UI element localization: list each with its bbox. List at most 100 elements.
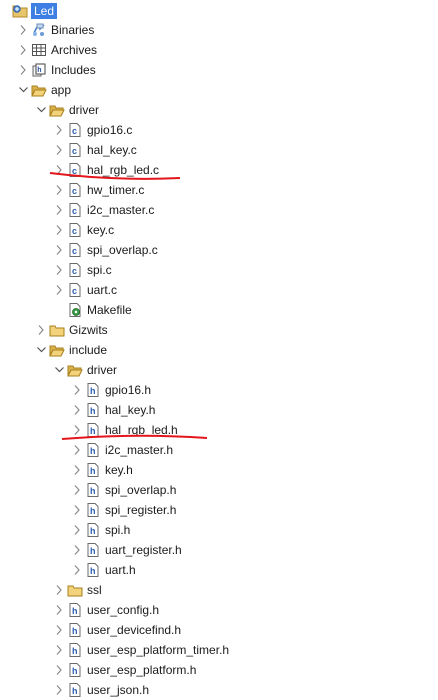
- tree-item-label: Gizwits: [69, 323, 108, 337]
- tree-item-label: hw_timer.c: [87, 183, 145, 197]
- collapse-chevron-right-icon[interactable]: [72, 384, 82, 396]
- collapse-chevron-right-icon[interactable]: [54, 124, 64, 136]
- collapse-chevron-right-icon[interactable]: [72, 524, 82, 536]
- tree-item-h-file[interactable]: h user_esp_platform_timer.h: [0, 640, 438, 660]
- project-icon: [12, 2, 28, 18]
- collapse-chevron-right-icon[interactable]: [54, 624, 64, 636]
- tree-item-h-file[interactable]: h user_devicefind.h: [0, 620, 438, 640]
- collapse-chevron-right-icon[interactable]: [54, 244, 64, 256]
- tree-item-c-file[interactable]: c i2c_master.c: [0, 200, 438, 220]
- svg-text:c: c: [72, 266, 77, 276]
- collapse-chevron-right-icon[interactable]: [36, 324, 46, 336]
- tree-item-include-driver[interactable]: driver: [0, 360, 438, 380]
- tree-item-makefile[interactable]: Makefile: [0, 300, 438, 320]
- tree-item-label: spi_overlap.c: [87, 243, 158, 257]
- tree-item-c-file[interactable]: c hw_timer.c: [0, 180, 438, 200]
- collapse-chevron-right-icon[interactable]: [72, 464, 82, 476]
- tree-item-h-file[interactable]: h hal_key.h: [0, 400, 438, 420]
- project-led[interactable]: Led: [0, 0, 438, 20]
- collapse-chevron-right-icon[interactable]: [72, 404, 82, 416]
- collapse-chevron-right-icon[interactable]: [72, 484, 82, 496]
- svg-text:c: c: [72, 126, 77, 136]
- tree-item-c-file[interactable]: c uart.c: [0, 280, 438, 300]
- tree-item-h-file[interactable]: h spi.h: [0, 520, 438, 540]
- c-file-icon: c: [67, 162, 83, 178]
- collapse-chevron-right-icon[interactable]: [54, 284, 64, 296]
- tree-item-label: spi.h: [105, 523, 131, 537]
- tree-item-include[interactable]: include: [0, 340, 438, 360]
- collapse-chevron-right-icon[interactable]: [54, 604, 64, 616]
- tree-item-h-file[interactable]: h user_json.h: [0, 680, 438, 700]
- tree-item-c-file[interactable]: c spi_overlap.c: [0, 240, 438, 260]
- tree-item-label: user_devicefind.h: [87, 623, 182, 637]
- tree-item-driver[interactable]: driver: [0, 100, 438, 120]
- tree-item-h-file[interactable]: h hal_rgb_led.h: [0, 420, 438, 440]
- tree-item-gizwits[interactable]: Gizwits: [0, 320, 438, 340]
- expand-chevron-down-icon[interactable]: [36, 344, 46, 356]
- collapse-chevron-right-icon[interactable]: [54, 144, 64, 156]
- tree-item-c-file[interactable]: c key.c: [0, 220, 438, 240]
- tree-item-label: key.h: [105, 463, 133, 477]
- collapse-chevron-right-icon[interactable]: [54, 664, 64, 676]
- svg-text:h: h: [90, 526, 96, 536]
- h-file-icon: h: [85, 542, 101, 558]
- tree-item-c-file[interactable]: c spi.c: [0, 260, 438, 280]
- tree-item-label: driver: [69, 103, 100, 117]
- svg-text:h: h: [72, 686, 78, 696]
- collapse-chevron-right-icon[interactable]: [54, 644, 64, 656]
- c-file-icon: c: [67, 282, 83, 298]
- collapse-chevron-right-icon[interactable]: [72, 424, 82, 436]
- tree-item-c-file[interactable]: c gpio16.c: [0, 120, 438, 140]
- svg-text:c: c: [72, 246, 77, 256]
- tree-item-ssl[interactable]: ssl: [0, 580, 438, 600]
- collapse-chevron-right-icon[interactable]: [54, 684, 64, 696]
- collapse-chevron-right-icon[interactable]: [72, 564, 82, 576]
- tree-item-h-file[interactable]: h user_esp_platform.h: [0, 660, 438, 680]
- h-file-icon: h: [85, 402, 101, 418]
- svg-text:h: h: [90, 546, 96, 556]
- h-file-icon: h: [85, 522, 101, 538]
- collapse-chevron-right-icon[interactable]: [72, 444, 82, 456]
- collapse-chevron-right-icon[interactable]: [54, 584, 64, 596]
- tree-item-h-file[interactable]: h key.h: [0, 460, 438, 480]
- collapse-chevron-right-icon[interactable]: [54, 184, 64, 196]
- expand-chevron-down-icon[interactable]: [18, 84, 28, 96]
- folder-open-icon: [49, 342, 65, 358]
- tree-item-label: hal_key.h: [105, 403, 156, 417]
- tree-item-includes[interactable]: h Includes: [0, 60, 438, 80]
- tree-item-h-file[interactable]: h user_config.h: [0, 600, 438, 620]
- tree-item-h-file[interactable]: h i2c_master.h: [0, 440, 438, 460]
- collapse-chevron-right-icon[interactable]: [54, 224, 64, 236]
- tree-item-label: spi.c: [87, 263, 112, 277]
- expand-chevron-down-icon[interactable]: [54, 364, 64, 376]
- tree-item-h-file[interactable]: h gpio16.h: [0, 380, 438, 400]
- collapse-chevron-right-icon[interactable]: [72, 544, 82, 556]
- svg-text:h: h: [90, 406, 96, 416]
- expand-chevron-down-icon[interactable]: [36, 104, 46, 116]
- tree-item-archives[interactable]: Archives: [0, 40, 438, 60]
- tree-item-h-file[interactable]: h spi_overlap.h: [0, 480, 438, 500]
- collapse-chevron-right-icon[interactable]: [18, 64, 28, 76]
- collapse-chevron-right-icon[interactable]: [18, 24, 28, 36]
- tree-item-label: user_config.h: [87, 603, 160, 617]
- c-file-icon: c: [67, 262, 83, 278]
- tree-item-c-file[interactable]: c hal_key.c: [0, 140, 438, 160]
- tree-item-c-file[interactable]: c hal_rgb_led.c: [0, 160, 438, 180]
- collapse-chevron-right-icon[interactable]: [54, 164, 64, 176]
- tree-item-label: ssl: [87, 583, 102, 597]
- collapse-chevron-right-icon[interactable]: [72, 504, 82, 516]
- tree-item-h-file[interactable]: h uart_register.h: [0, 540, 438, 560]
- collapse-chevron-right-icon[interactable]: [54, 264, 64, 276]
- svg-text:c: c: [72, 146, 77, 156]
- tree-item-h-file[interactable]: h spi_register.h: [0, 500, 438, 520]
- h-file-icon: h: [67, 622, 83, 638]
- tree-item-h-file[interactable]: h uart.h: [0, 560, 438, 580]
- h-file-icon: h: [85, 422, 101, 438]
- collapse-chevron-right-icon[interactable]: [18, 44, 28, 56]
- svg-text:h: h: [90, 446, 96, 456]
- tree-item-app[interactable]: app: [0, 80, 438, 100]
- tree-item-binaries[interactable]: Binaries: [0, 20, 438, 40]
- svg-text:c: c: [72, 206, 77, 216]
- collapse-chevron-right-icon[interactable]: [54, 204, 64, 216]
- svg-text:c: c: [72, 286, 77, 296]
